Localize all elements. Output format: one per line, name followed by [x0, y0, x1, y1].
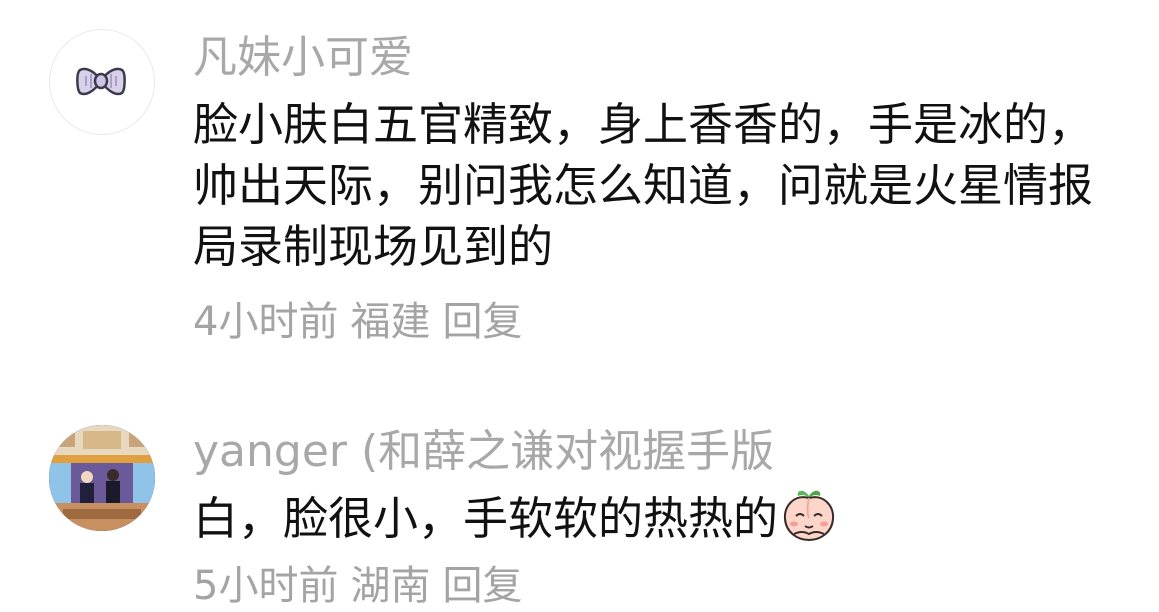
comment-meta: 4小时前 福建 回复: [193, 296, 522, 348]
bow-icon: [76, 67, 126, 96]
comment-meta: 5小时前 湖南 回复: [193, 560, 522, 612]
comment-location: 湖南: [350, 563, 431, 609]
comment-username[interactable]: 凡妹小可爱: [193, 30, 413, 86]
avatar[interactable]: [49, 29, 155, 135]
comment-location: 福建: [350, 299, 431, 345]
reply-button[interactable]: 回复: [442, 563, 522, 609]
peach-face-emoji-icon: [784, 490, 835, 542]
reply-button[interactable]: 回复: [442, 299, 522, 345]
comment-text: 脸小肤白五官精致，身上香香的，手是冰的，帅出天际，别问我怎么知道，问就是火星情报…: [193, 98, 1094, 273]
comment-text: 白，脸很小，手软软的热热的: [193, 486, 1108, 549]
comment-time: 4小时前: [193, 299, 339, 345]
comment-text-content: 白，脸很小，手软软的热热的: [193, 492, 779, 545]
avatar[interactable]: [49, 425, 155, 531]
comment-time: 5小时前: [193, 563, 339, 609]
comment-username[interactable]: yanger (和薛之谦对视握手版: [193, 424, 774, 480]
stage-photo-avatar: [49, 425, 155, 531]
